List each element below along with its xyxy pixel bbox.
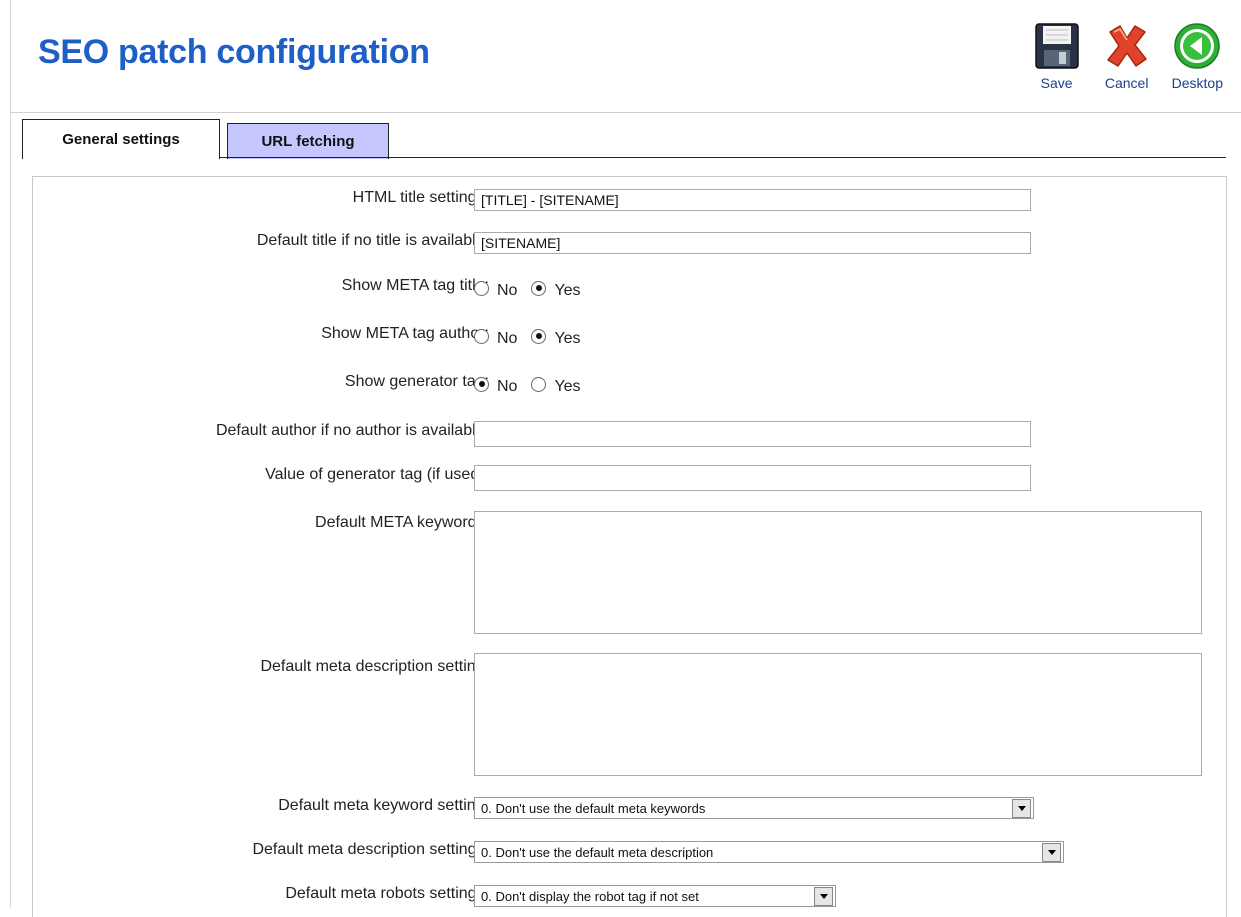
- description-settings-select[interactable]: 0. Don't use the default meta descriptio…: [474, 841, 1064, 863]
- tab-url-fetching[interactable]: URL fetching: [227, 123, 389, 159]
- header: SEO patch configuration Save Cancel Desk…: [10, 0, 1241, 113]
- settings-panel: HTML title settings: Default title if no…: [32, 176, 1227, 917]
- html-title-input[interactable]: [474, 189, 1031, 211]
- default-title-input[interactable]: [474, 232, 1031, 254]
- meta-description-label: Default meta description setting:: [260, 658, 489, 675]
- green-back-arrow-icon: [1174, 23, 1221, 69]
- generator-value-input[interactable]: [474, 465, 1031, 491]
- desktop-button[interactable]: Desktop: [1172, 20, 1223, 91]
- cancel-button[interactable]: Cancel: [1102, 20, 1152, 91]
- chevron-down-icon[interactable]: [1012, 798, 1031, 818]
- meta-keywords-textarea[interactable]: [474, 511, 1202, 634]
- save-button[interactable]: Save: [1032, 20, 1082, 91]
- generator-no-label: No: [497, 378, 518, 395]
- meta-title-no-label: No: [497, 282, 518, 299]
- meta-author-label: Show META tag author:: [321, 325, 489, 342]
- default-title-label: Default title if no title is available:: [256, 232, 489, 249]
- keyword-setting-label: Default meta keyword setting:: [278, 797, 489, 814]
- keyword-setting-select[interactable]: 0. Don't use the default meta keywords: [474, 797, 1034, 819]
- meta-author-no-label: No: [497, 330, 518, 347]
- desktop-label: Desktop: [1171, 75, 1223, 91]
- page-title: SEO patch configuration: [38, 33, 430, 71]
- generator-radios: No Yes: [474, 375, 595, 395]
- keyword-setting-value: 0. Don't use the default meta keywords: [481, 800, 706, 816]
- generator-yes-label: Yes: [554, 378, 581, 395]
- generator-value-label: Value of generator tag (if used):: [265, 466, 489, 483]
- meta-title-label: Show META tag title:: [341, 277, 489, 294]
- robots-settings-label: Default meta robots settings:: [285, 885, 489, 902]
- red-x-icon: [1106, 25, 1147, 67]
- toolbar: Save Cancel Desktop: [1032, 20, 1223, 91]
- meta-author-yes-label: Yes: [554, 330, 581, 347]
- meta-title-yes-label: Yes: [554, 282, 581, 299]
- generator-label: Show generator tag:: [344, 373, 489, 390]
- save-label: Save: [1040, 75, 1073, 91]
- meta-author-no-radio[interactable]: [474, 328, 489, 344]
- meta-title-yes-radio[interactable]: [531, 280, 547, 296]
- meta-title-no-radio[interactable]: [474, 280, 489, 296]
- chevron-down-icon[interactable]: [1042, 842, 1061, 862]
- generator-yes-radio[interactable]: [531, 376, 547, 392]
- meta-author-radios: No Yes: [474, 327, 595, 347]
- robots-settings-select[interactable]: 0. Don't display the robot tag if not se…: [474, 885, 836, 907]
- generator-no-radio[interactable]: [474, 376, 489, 392]
- html-title-label: HTML title settings:: [352, 189, 489, 206]
- default-author-input[interactable]: [474, 421, 1031, 447]
- cancel-label: Cancel: [1104, 75, 1149, 91]
- floppy-disk-icon: [1034, 23, 1079, 69]
- chevron-down-icon[interactable]: [814, 886, 833, 906]
- tab-general-settings[interactable]: General settings: [22, 119, 220, 159]
- description-settings-label: Default meta description settings:: [252, 841, 489, 858]
- robots-settings-value: 0. Don't display the robot tag if not se…: [481, 888, 699, 904]
- default-author-label: Default author if no author is available…: [215, 422, 489, 439]
- description-settings-value: 0. Don't use the default meta descriptio…: [481, 844, 714, 860]
- meta-author-yes-radio[interactable]: [531, 328, 547, 344]
- meta-description-textarea[interactable]: [474, 653, 1202, 776]
- meta-keywords-label: Default META keywords:: [315, 514, 489, 531]
- meta-title-radios: No Yes: [474, 279, 595, 299]
